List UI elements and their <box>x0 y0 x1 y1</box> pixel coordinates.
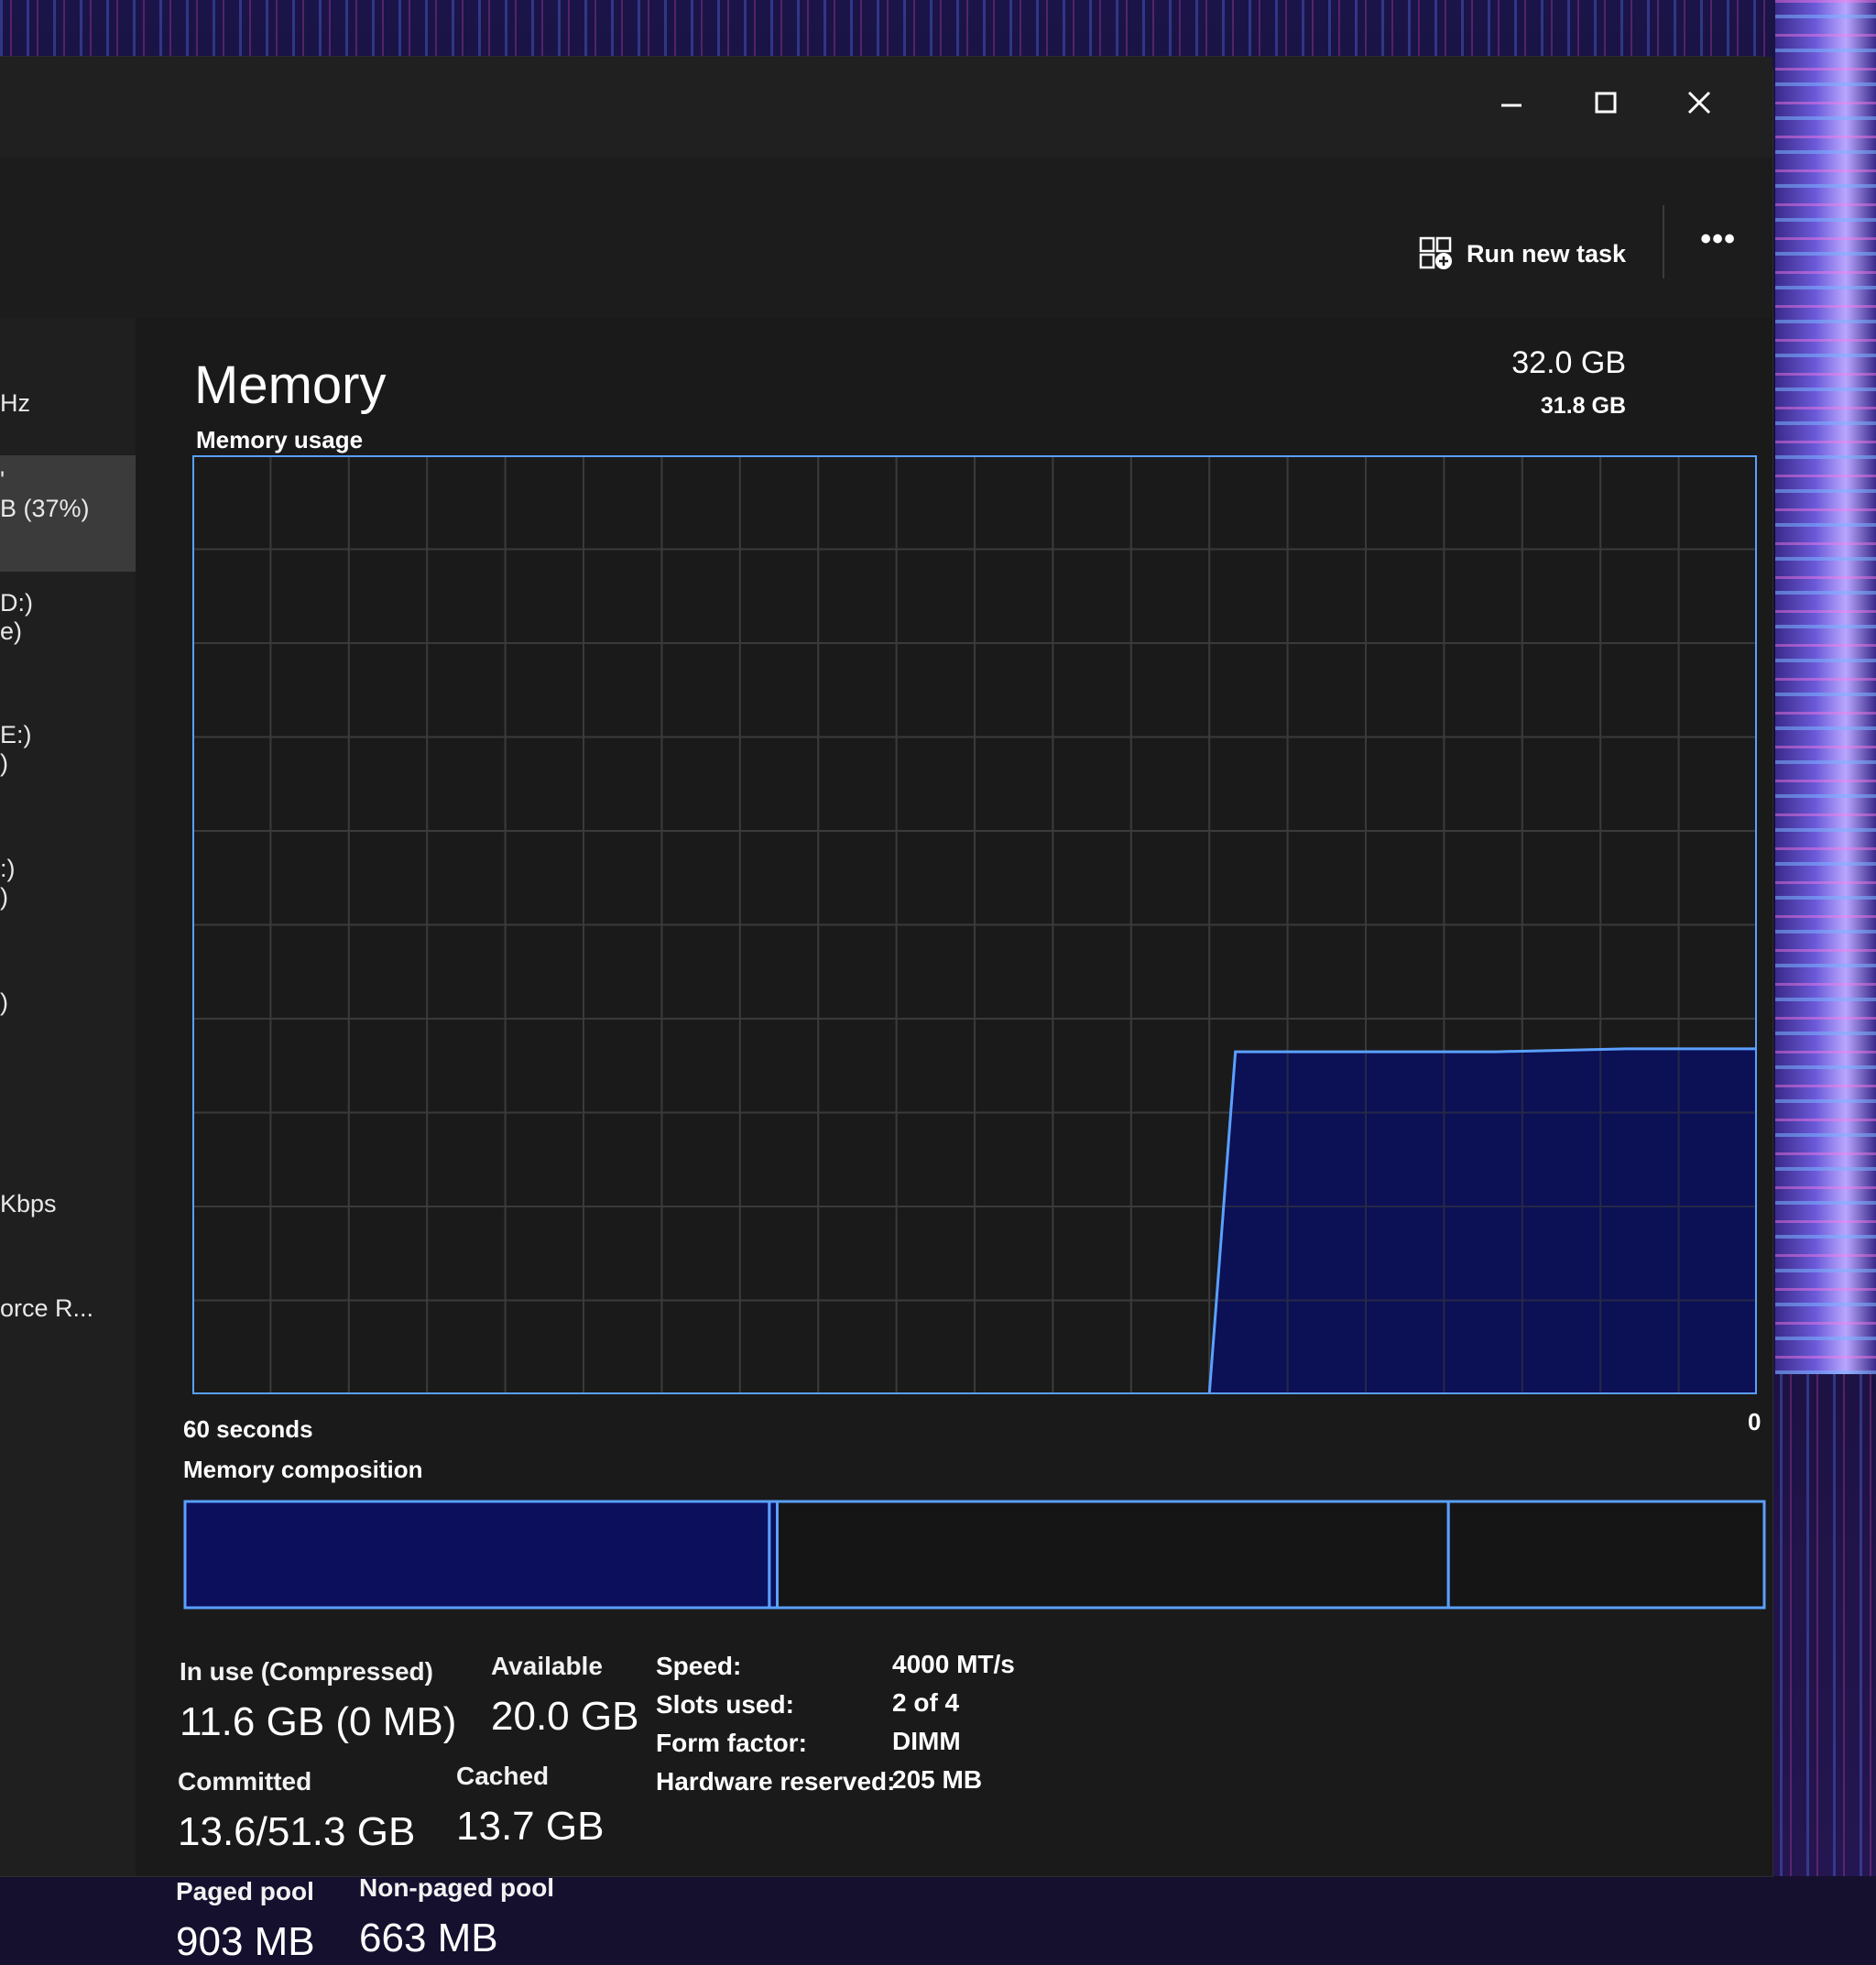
sidebar-item-label: ' <box>0 466 90 495</box>
title-bar[interactable] <box>0 57 1772 158</box>
nonpaged-pool-value: 663 MB <box>359 1916 498 1961</box>
sidebar-item-sublabel: B (37%) <box>0 495 90 523</box>
close-icon <box>1686 90 1712 115</box>
performance-sidebar: Hz ' B (37%) D:) e) E:) ) :) ) ) Kbps or… <box>0 318 136 1876</box>
x-axis-left-label: 60 seconds <box>183 1415 313 1444</box>
composition-in-use-segment <box>185 1501 769 1608</box>
committed-value: 13.6/51.3 GB <box>178 1809 415 1855</box>
command-separator <box>1663 205 1664 278</box>
sidebar-item-disk-e[interactable]: E:) ) <box>0 721 32 778</box>
paged-pool-label: Paged pool <box>176 1877 314 1906</box>
run-new-task-button[interactable]: Run new task <box>1419 231 1626 277</box>
composition-free-segment <box>1448 1501 1764 1608</box>
graph-max-label: 31.8 GB <box>1541 393 1626 420</box>
hardware-reserved-value: 205 MB <box>892 1765 982 1795</box>
form-factor-key: Form factor: <box>656 1729 807 1758</box>
sidebar-item-label: E:) <box>0 721 32 749</box>
speed-key: Speed: <box>656 1652 741 1681</box>
sidebar-item-label: D:) <box>0 589 33 617</box>
memory-composition-bar <box>183 1500 1766 1610</box>
x-axis-right-label: 0 <box>1748 1408 1761 1436</box>
sidebar-item-gpu[interactable]: orce R... <box>0 1294 93 1323</box>
slots-used-key: Slots used: <box>656 1690 794 1719</box>
maximize-button[interactable] <box>1569 75 1642 130</box>
sidebar-item-label: ) <box>0 988 8 1016</box>
sidebar-item-label: Hz <box>0 389 30 417</box>
page-title: Memory <box>194 355 386 416</box>
total-memory: 32.0 GB <box>1511 345 1626 381</box>
nonpaged-pool-label: Non-paged pool <box>359 1873 554 1903</box>
composition-standby-segment <box>778 1501 1449 1608</box>
more-icon: ••• <box>1700 222 1736 257</box>
command-bar: Run new task ••• <box>0 158 1772 319</box>
available-label: Available <box>491 1652 603 1681</box>
committed-label: Committed <box>178 1767 311 1796</box>
sidebar-item-network[interactable]: Kbps <box>0 1190 57 1218</box>
cached-label: Cached <box>456 1762 549 1791</box>
paged-pool-value: 903 MB <box>176 1919 315 1965</box>
graph-grid-overlay <box>192 455 1757 1394</box>
sidebar-item-sublabel: ) <box>0 749 32 778</box>
more-options-button[interactable]: ••• <box>1700 222 1736 257</box>
sidebar-item-label: :) <box>0 855 16 883</box>
run-new-task-label: Run new task <box>1467 240 1626 268</box>
maximize-icon <box>1594 91 1618 115</box>
minimize-icon <box>1500 91 1523 115</box>
memory-composition-label: Memory composition <box>183 1456 422 1484</box>
sidebar-item-disk-d[interactable]: D:) e) <box>0 589 33 646</box>
desktop-wallpaper-edge <box>1775 0 1876 1374</box>
form-factor-value: DIMM <box>892 1727 961 1756</box>
memory-usage-graph <box>192 455 1757 1394</box>
memory-panel: Memory 32.0 GB 31.8 GB Memory usage 60 s… <box>136 318 1772 1876</box>
available-value: 20.0 GB <box>491 1694 638 1740</box>
sidebar-item-label: orce R... <box>0 1294 93 1322</box>
memory-usage-label: Memory usage <box>196 426 363 454</box>
sidebar-item-memory[interactable]: ' B (37%) <box>0 466 90 523</box>
in-use-value: 11.6 GB (0 MB) <box>180 1699 456 1745</box>
sidebar-item-cpu[interactable]: Hz <box>0 389 30 418</box>
sidebar-item-disk[interactable]: :) ) <box>0 855 16 912</box>
in-use-label: In use (Compressed) <box>180 1657 433 1687</box>
sidebar-item-disk-2[interactable]: ) <box>0 988 8 1017</box>
close-button[interactable] <box>1663 75 1736 130</box>
cached-value: 13.7 GB <box>456 1804 604 1850</box>
minimize-button[interactable] <box>1475 75 1548 130</box>
sidebar-item-sublabel: e) <box>0 617 33 646</box>
hardware-reserved-key: Hardware reserved: <box>656 1767 895 1796</box>
task-manager-window: Run new task ••• Hz ' B (37%) D:) e) E:)… <box>0 57 1772 1876</box>
sidebar-item-label: Kbps <box>0 1190 57 1217</box>
slots-used-value: 2 of 4 <box>892 1688 959 1718</box>
run-task-icon <box>1419 236 1454 271</box>
speed-value: 4000 MT/s <box>892 1650 1015 1679</box>
sidebar-item-sublabel: ) <box>0 883 16 912</box>
